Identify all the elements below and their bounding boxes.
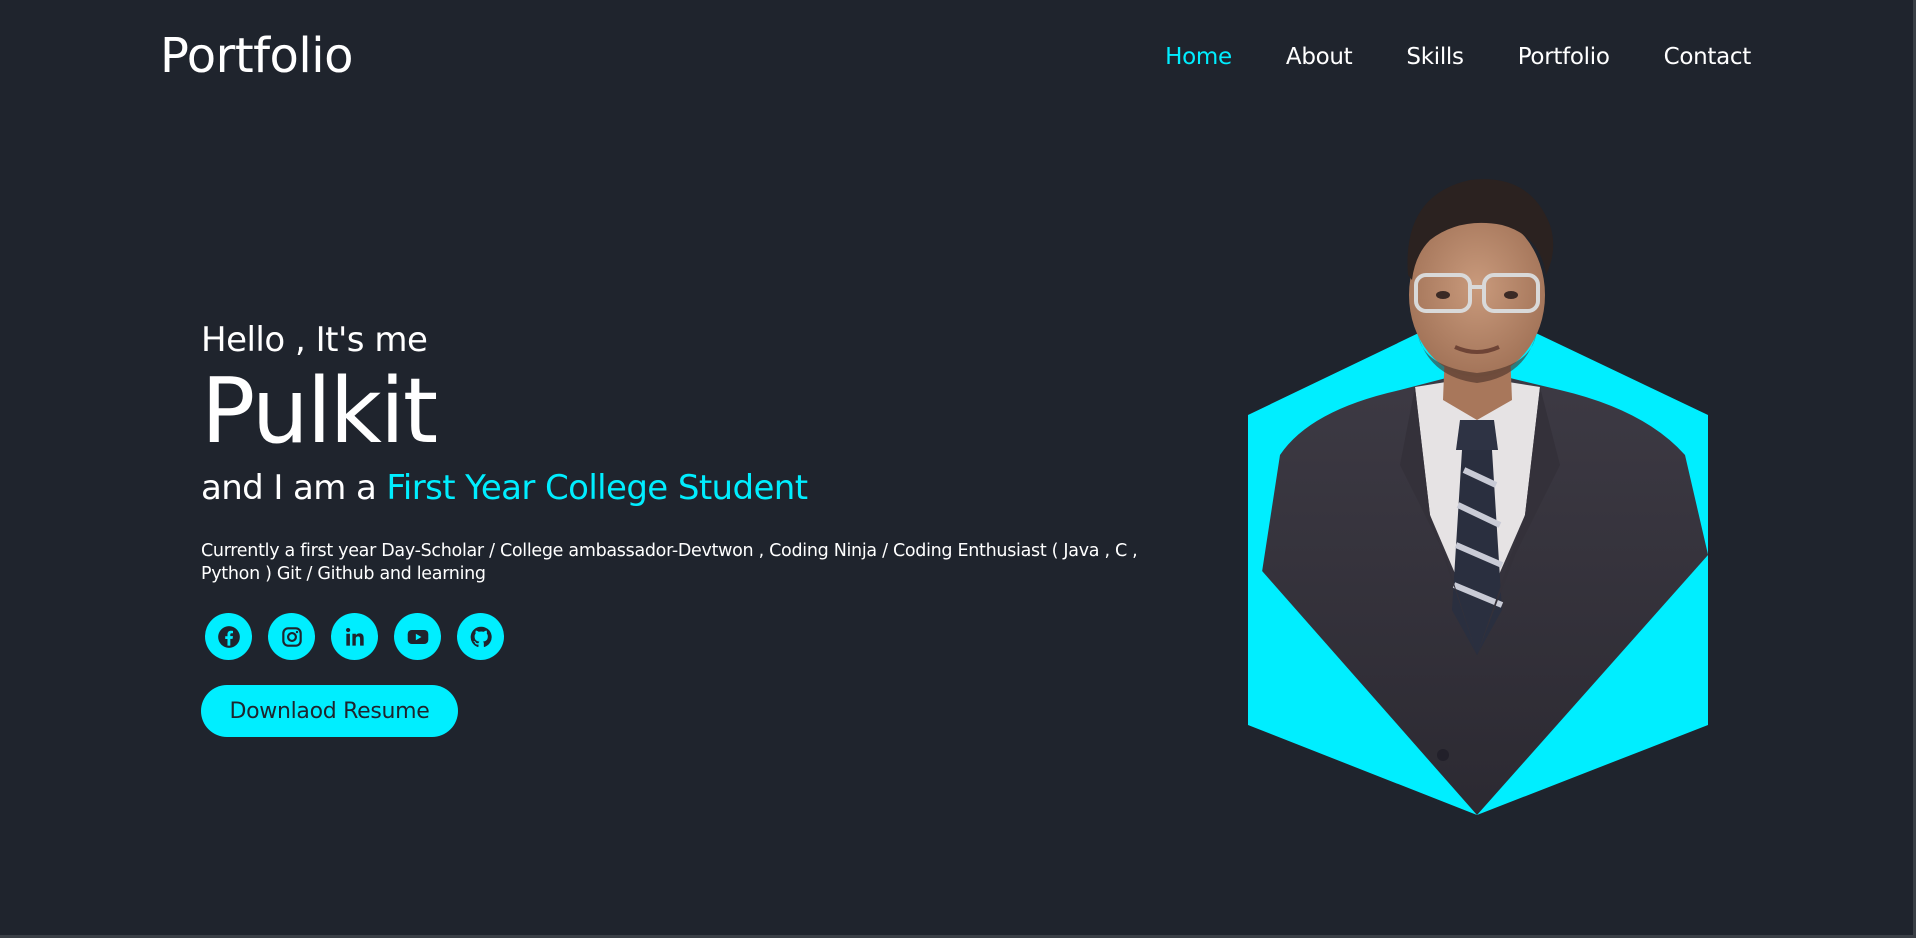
linkedin-link[interactable] [331, 613, 378, 660]
youtube-icon [407, 629, 428, 644]
profile-image [1240, 155, 1720, 815]
nav-about[interactable]: About [1286, 44, 1353, 70]
hero-section: Hello , It's me Pulkit and I am a First … [201, 320, 1161, 737]
hero-role: and I am a First Year College Student [201, 468, 1161, 508]
github-icon [470, 626, 492, 647]
page: Portfolio Home About Skills Portfolio Co… [0, 0, 1916, 938]
facebook-icon [217, 625, 240, 648]
site-logo[interactable]: Portfolio [160, 28, 353, 84]
social-links [205, 613, 1161, 660]
hero-name: Pulkit [201, 359, 438, 464]
nav-contact[interactable]: Contact [1664, 44, 1752, 70]
github-link[interactable] [457, 613, 504, 660]
hero-greeting: Hello , It's me [201, 320, 428, 360]
main-nav: Home About Skills Portfolio Contact [1165, 44, 1751, 70]
download-resume-button[interactable]: Downlaod Resume [201, 685, 458, 737]
linkedin-icon [345, 627, 364, 646]
hero-role-highlight: First Year College Student [386, 468, 808, 508]
nav-skills[interactable]: Skills [1406, 44, 1464, 70]
nav-portfolio[interactable]: Portfolio [1518, 44, 1610, 70]
instagram-icon [281, 626, 302, 647]
instagram-link[interactable] [268, 613, 315, 660]
facebook-link[interactable] [205, 613, 252, 660]
hero-description: Currently a first year Day-Scholar / Col… [201, 541, 1138, 584]
hero-role-prefix: and I am a [201, 468, 387, 508]
youtube-link[interactable] [394, 613, 441, 660]
nav-home[interactable]: Home [1165, 44, 1232, 70]
